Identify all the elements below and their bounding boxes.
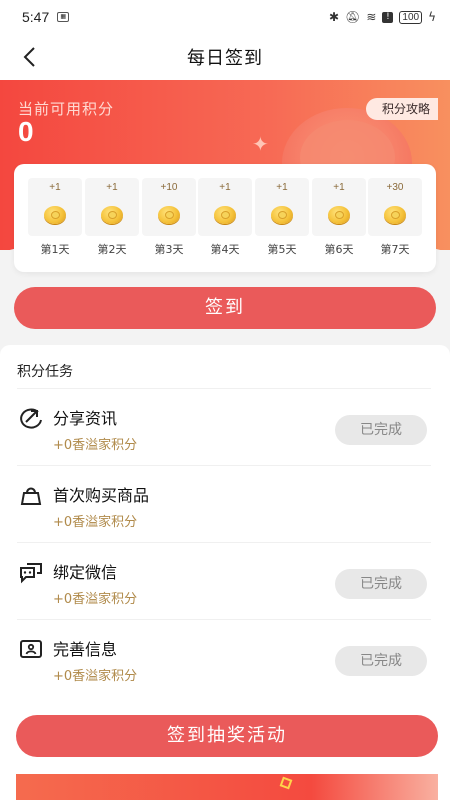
wifi-icon: ≋	[366, 10, 377, 24]
mute-bell-icon: 🔕︎	[345, 10, 361, 24]
back-button[interactable]	[14, 42, 44, 72]
profile-card-icon	[17, 636, 45, 662]
task-name: 完善信息	[53, 640, 118, 659]
status-icons: ✱ 🔕︎ ≋ ! 100 ϟ	[329, 10, 436, 24]
day-bonus: +10	[160, 182, 178, 193]
coin-icon	[158, 206, 180, 224]
checkin-day: +10 第3天	[142, 178, 196, 257]
checkin-card: +1 第1天 +1 第2天 +10 第3天 +1 第4天 +1 第5天 +1 第…	[14, 164, 436, 272]
checkin-day: +1 第6天	[312, 178, 366, 257]
coin-icon	[214, 206, 236, 224]
shopping-bag-icon	[17, 482, 45, 508]
day-label: 第4天	[210, 243, 240, 256]
day-bonus: +1	[49, 182, 61, 193]
checkin-day: +30 第7天	[368, 178, 422, 257]
task-reward: +0香溢家积分	[53, 592, 138, 607]
charging-icon: ϟ	[428, 10, 436, 24]
checkin-day: +1 第4天	[198, 178, 252, 257]
day-label: 第5天	[267, 243, 297, 256]
sim-icon: ▦	[57, 12, 70, 22]
task-reward: +0香溢家积分	[53, 515, 138, 530]
day-bonus: +30	[386, 182, 404, 193]
day-box: +1	[255, 178, 309, 236]
day-label: 第3天	[154, 243, 184, 256]
bluetooth-icon: ✱	[329, 10, 340, 24]
day-bonus: +1	[106, 182, 118, 193]
sparkle-icon: ✦	[252, 132, 269, 156]
task-row: 首次购买商品 +0香溢家积分	[17, 465, 431, 541]
day-box: +1	[85, 178, 139, 236]
checkin-day: +1 第5天	[255, 178, 309, 257]
task-status-button[interactable]: 已完成	[335, 646, 427, 676]
day-bonus: +1	[276, 182, 288, 193]
alert-icon: !	[382, 11, 394, 23]
task-status-button[interactable]: 已完成	[335, 569, 427, 599]
lottery-button[interactable]: 签到抽奖活动	[16, 715, 438, 757]
nav-bar: 每日签到	[0, 34, 450, 80]
checkin-button[interactable]: 签到	[14, 287, 436, 329]
task-name: 首次购买商品	[53, 486, 150, 505]
day-box: +1	[312, 178, 366, 236]
share-icon	[17, 405, 45, 431]
confetti-decoration	[279, 776, 293, 790]
day-bonus: +1	[219, 182, 231, 193]
task-reward: +0香溢家积分	[53, 669, 138, 684]
page-title: 每日签到	[187, 48, 263, 69]
task-row: 完善信息 +0香溢家积分 已完成	[17, 619, 431, 695]
day-box: +1	[198, 178, 252, 236]
promo-banner[interactable]	[16, 774, 438, 800]
task-name: 绑定微信	[53, 563, 118, 582]
battery-icon: 100	[399, 10, 423, 24]
task-row: 绑定微信 +0香溢家积分 已完成	[17, 542, 431, 618]
day-box: +30	[368, 178, 422, 236]
wechat-chat-icon	[17, 559, 45, 585]
coin-icon	[44, 206, 66, 224]
checkin-day: +1 第2天	[85, 178, 139, 257]
day-label: 第7天	[380, 243, 410, 256]
coin-icon	[101, 206, 123, 224]
task-row: 分享资讯 +0香溢家积分 已完成	[17, 388, 431, 464]
chevron-left-icon	[23, 47, 35, 67]
day-box: +10	[142, 178, 196, 236]
task-status-button[interactable]: 已完成	[335, 415, 427, 445]
checkin-day: +1 第1天	[28, 178, 82, 257]
points-guide-button[interactable]: 积分攻略	[366, 98, 439, 120]
coin-icon	[384, 206, 406, 224]
day-label: 第6天	[324, 243, 354, 256]
day-label: 第2天	[97, 243, 127, 256]
points-value: 0	[18, 116, 34, 147]
task-name: 分享资讯	[53, 409, 118, 428]
tasks-title: 积分任务	[17, 364, 73, 380]
coin-icon	[271, 206, 293, 224]
day-bonus: +1	[333, 182, 345, 193]
task-reward: +0香溢家积分	[53, 438, 138, 453]
coin-icon	[328, 206, 350, 224]
day-label: 第1天	[40, 243, 70, 256]
day-box: +1	[28, 178, 82, 236]
status-time: 5:47	[22, 9, 50, 25]
status-bar: 5:47 ▦ ✱ 🔕︎ ≋ ! 100 ϟ	[0, 0, 450, 34]
